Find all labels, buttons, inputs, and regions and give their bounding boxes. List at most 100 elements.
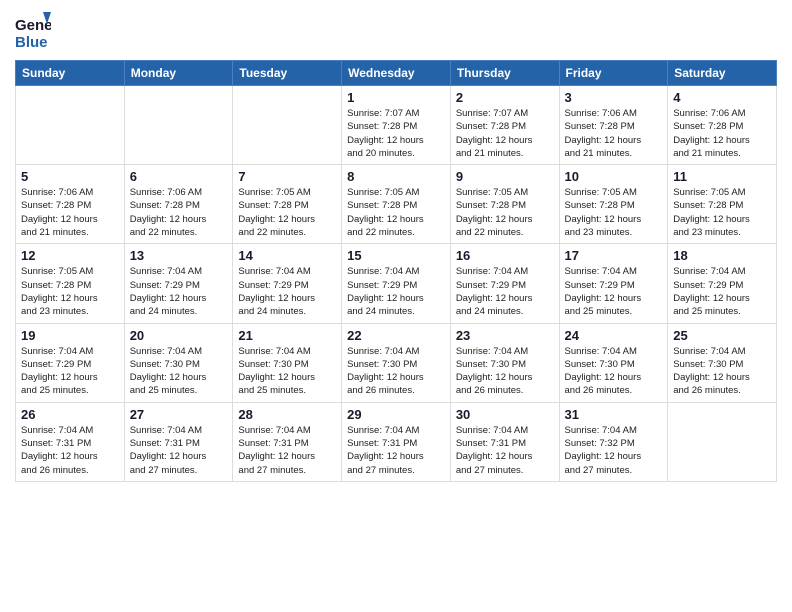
day-info: Sunrise: 7:04 AM Sunset: 7:30 PM Dayligh… (673, 345, 771, 398)
day-info: Sunrise: 7:05 AM Sunset: 7:28 PM Dayligh… (456, 186, 554, 239)
calendar-cell: 12Sunrise: 7:05 AM Sunset: 7:28 PM Dayli… (16, 244, 125, 323)
day-info: Sunrise: 7:04 AM Sunset: 7:29 PM Dayligh… (565, 265, 663, 318)
day-number: 9 (456, 169, 554, 184)
day-number: 30 (456, 407, 554, 422)
day-number: 17 (565, 248, 663, 263)
day-info: Sunrise: 7:04 AM Sunset: 7:31 PM Dayligh… (238, 424, 336, 477)
day-info: Sunrise: 7:04 AM Sunset: 7:29 PM Dayligh… (673, 265, 771, 318)
day-number: 1 (347, 90, 445, 105)
day-info: Sunrise: 7:04 AM Sunset: 7:31 PM Dayligh… (21, 424, 119, 477)
day-info: Sunrise: 7:04 AM Sunset: 7:29 PM Dayligh… (130, 265, 228, 318)
calendar-cell: 8 Sunrise: 7:05 AM Sunset: 7:28 PM Daylig… (342, 165, 451, 244)
day-number: 25 (673, 328, 771, 343)
logo-svg: General Blue (15, 10, 51, 52)
calendar-cell (124, 86, 233, 165)
day-number: 15 (347, 248, 445, 263)
day-number: 28 (238, 407, 336, 422)
day-number: 13 (130, 248, 228, 263)
day-number: 18 (673, 248, 771, 263)
day-number: 19 (21, 328, 119, 343)
calendar-cell: 21Sunrise: 7:04 AM Sunset: 7:30 PM Dayli… (233, 323, 342, 402)
calendar-cell: 14 Sunrise: 7:04 AM Sunset: 7:29 PM Dayli… (233, 244, 342, 323)
day-number: 3 (565, 90, 663, 105)
day-info: Sunrise: 7:05 AM Sunset: 7:28 PM Dayligh… (673, 186, 771, 239)
calendar-cell: 4 Sunrise: 7:06 AM Sunset: 7:28 PM Daylig… (668, 86, 777, 165)
calendar-week-5: 26Sunrise: 7:04 AM Sunset: 7:31 PM Dayli… (16, 402, 777, 481)
calendar-cell: 11 Sunrise: 7:05 AM Sunset: 7:28 PM Dayli… (668, 165, 777, 244)
column-header-monday: Monday (124, 61, 233, 86)
day-number: 8 (347, 169, 445, 184)
day-number: 4 (673, 90, 771, 105)
calendar-cell: 16Sunrise: 7:04 AM Sunset: 7:29 PM Dayli… (450, 244, 559, 323)
calendar-cell: 3 Sunrise: 7:06 AM Sunset: 7:28 PM Daylig… (559, 86, 668, 165)
calendar-table: SundayMondayTuesdayWednesdayThursdayFrid… (15, 60, 777, 482)
calendar-cell: 22 Sunrise: 7:04 AM Sunset: 7:30 PM Dayli… (342, 323, 451, 402)
day-info: Sunrise: 7:04 AM Sunset: 7:31 PM Dayligh… (130, 424, 228, 477)
calendar-cell: 15Sunrise: 7:04 AM Sunset: 7:29 PM Dayli… (342, 244, 451, 323)
day-info: Sunrise: 7:07 AM Sunset: 7:28 PM Dayligh… (456, 107, 554, 160)
calendar-cell: 9 Sunrise: 7:05 AM Sunset: 7:28 PM Daylig… (450, 165, 559, 244)
day-number: 10 (565, 169, 663, 184)
calendar-cell: 30 Sunrise: 7:04 AM Sunset: 7:31 PM Dayli… (450, 402, 559, 481)
svg-text:Blue: Blue (15, 34, 48, 51)
calendar-week-4: 19 Sunrise: 7:04 AM Sunset: 7:29 PM Dayli… (16, 323, 777, 402)
day-info: Sunrise: 7:04 AM Sunset: 7:29 PM Dayligh… (21, 345, 119, 398)
column-header-tuesday: Tuesday (233, 61, 342, 86)
calendar-cell (233, 86, 342, 165)
calendar-week-1: 1 Sunrise: 7:07 AM Sunset: 7:28 PM Daylig… (16, 86, 777, 165)
day-info: Sunrise: 7:04 AM Sunset: 7:30 PM Dayligh… (130, 345, 228, 398)
calendar-week-3: 12Sunrise: 7:05 AM Sunset: 7:28 PM Dayli… (16, 244, 777, 323)
day-number: 24 (565, 328, 663, 343)
day-info: Sunrise: 7:05 AM Sunset: 7:28 PM Dayligh… (565, 186, 663, 239)
day-number: 20 (130, 328, 228, 343)
calendar-cell: 31Sunrise: 7:04 AM Sunset: 7:32 PM Dayli… (559, 402, 668, 481)
calendar-cell: 1 Sunrise: 7:07 AM Sunset: 7:28 PM Daylig… (342, 86, 451, 165)
day-number: 2 (456, 90, 554, 105)
calendar-header-row: SundayMondayTuesdayWednesdayThursdayFrid… (16, 61, 777, 86)
day-number: 6 (130, 169, 228, 184)
day-info: Sunrise: 7:05 AM Sunset: 7:28 PM Dayligh… (238, 186, 336, 239)
calendar-cell: 20 Sunrise: 7:04 AM Sunset: 7:30 PM Dayli… (124, 323, 233, 402)
calendar-cell: 26Sunrise: 7:04 AM Sunset: 7:31 PM Dayli… (16, 402, 125, 481)
calendar-cell: 24 Sunrise: 7:04 AM Sunset: 7:30 PM Dayli… (559, 323, 668, 402)
calendar-cell: 5 Sunrise: 7:06 AM Sunset: 7:28 PM Daylig… (16, 165, 125, 244)
day-info: Sunrise: 7:06 AM Sunset: 7:28 PM Dayligh… (21, 186, 119, 239)
calendar-cell: 13 Sunrise: 7:04 AM Sunset: 7:29 PM Dayli… (124, 244, 233, 323)
column-header-sunday: Sunday (16, 61, 125, 86)
calendar-cell: 25 Sunrise: 7:04 AM Sunset: 7:30 PM Dayli… (668, 323, 777, 402)
day-number: 12 (21, 248, 119, 263)
header: General Blue (15, 10, 777, 52)
day-number: 11 (673, 169, 771, 184)
column-header-thursday: Thursday (450, 61, 559, 86)
day-info: Sunrise: 7:04 AM Sunset: 7:29 PM Dayligh… (238, 265, 336, 318)
day-info: Sunrise: 7:05 AM Sunset: 7:28 PM Dayligh… (347, 186, 445, 239)
logo: General Blue (15, 10, 51, 52)
calendar-week-2: 5 Sunrise: 7:06 AM Sunset: 7:28 PM Daylig… (16, 165, 777, 244)
day-info: Sunrise: 7:04 AM Sunset: 7:30 PM Dayligh… (565, 345, 663, 398)
calendar-cell: 19 Sunrise: 7:04 AM Sunset: 7:29 PM Dayli… (16, 323, 125, 402)
day-info: Sunrise: 7:04 AM Sunset: 7:30 PM Dayligh… (347, 345, 445, 398)
day-info: Sunrise: 7:04 AM Sunset: 7:31 PM Dayligh… (456, 424, 554, 477)
column-header-wednesday: Wednesday (342, 61, 451, 86)
day-number: 31 (565, 407, 663, 422)
column-header-saturday: Saturday (668, 61, 777, 86)
calendar-cell: 7 Sunrise: 7:05 AM Sunset: 7:28 PM Daylig… (233, 165, 342, 244)
day-number: 16 (456, 248, 554, 263)
day-number: 22 (347, 328, 445, 343)
calendar-cell: 18 Sunrise: 7:04 AM Sunset: 7:29 PM Dayli… (668, 244, 777, 323)
day-info: Sunrise: 7:06 AM Sunset: 7:28 PM Dayligh… (673, 107, 771, 160)
day-info: Sunrise: 7:04 AM Sunset: 7:30 PM Dayligh… (238, 345, 336, 398)
day-number: 14 (238, 248, 336, 263)
day-number: 5 (21, 169, 119, 184)
column-header-friday: Friday (559, 61, 668, 86)
day-number: 7 (238, 169, 336, 184)
calendar-cell: 29Sunrise: 7:04 AM Sunset: 7:31 PM Dayli… (342, 402, 451, 481)
day-number: 23 (456, 328, 554, 343)
day-number: 29 (347, 407, 445, 422)
page: General Blue SundayMondayTuesdayWednesda… (0, 0, 792, 497)
calendar-cell: 2 Sunrise: 7:07 AM Sunset: 7:28 PM Daylig… (450, 86, 559, 165)
day-info: Sunrise: 7:07 AM Sunset: 7:28 PM Dayligh… (347, 107, 445, 160)
day-info: Sunrise: 7:06 AM Sunset: 7:28 PM Dayligh… (130, 186, 228, 239)
day-info: Sunrise: 7:06 AM Sunset: 7:28 PM Dayligh… (565, 107, 663, 160)
calendar-cell: 10 Sunrise: 7:05 AM Sunset: 7:28 PM Dayli… (559, 165, 668, 244)
